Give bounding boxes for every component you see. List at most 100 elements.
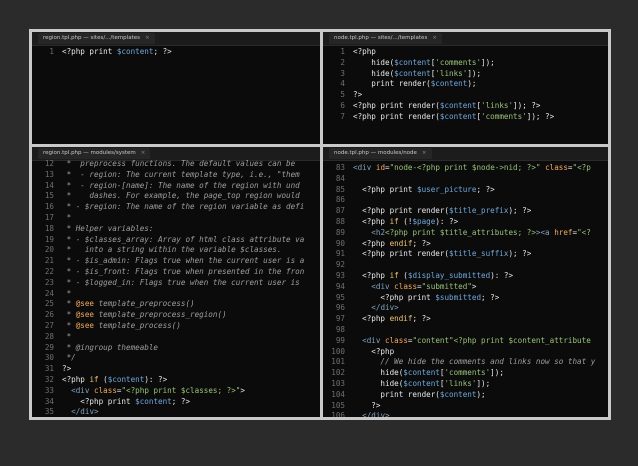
code-line[interactable]: 18 * Helper variables: xyxy=(32,224,320,235)
code-token: print render( xyxy=(353,79,431,89)
code-line[interactable]: 30 */ xyxy=(32,353,320,364)
code-line[interactable]: 7 <?php print render($content['comments']… xyxy=(323,112,608,123)
code-line[interactable]: 84 xyxy=(323,174,608,185)
code-token: ]); xyxy=(481,57,495,67)
code-line[interactable]: 94 <div class="submitted"> xyxy=(323,282,608,293)
close-icon[interactable]: × xyxy=(432,35,437,41)
code-line[interactable]: 103 hide($content['links']); xyxy=(323,379,608,390)
tab-region-tpl[interactable]: region.tpl.php — sites/.../templates × xyxy=(38,33,155,44)
code-token: * - $region: The name of the region vari… xyxy=(62,202,305,212)
code-line[interactable]: 85 <?php print $user_picture; ?> xyxy=(323,185,608,196)
code-area[interactable]: 1 <?php print $content; ?> xyxy=(32,47,320,144)
code-line[interactable]: 31 ?> xyxy=(32,364,320,375)
code-token: <?php xyxy=(353,314,390,324)
line-number: 20 xyxy=(44,245,54,255)
code-area[interactable]: 83 <div id="node-<?php print $node->nid; … xyxy=(323,163,608,417)
code-token: @see xyxy=(75,320,95,330)
code-line[interactable]: 26 * @see template_preprocess_region() xyxy=(32,310,320,321)
code-token: * - $is_admin: Flags true when the curre… xyxy=(62,256,305,266)
code-line[interactable]: 33 <div class="<?php print $classes; ?>"… xyxy=(32,386,320,397)
code-line[interactable]: 34 <?php print $content; ?> xyxy=(32,397,320,408)
code-line[interactable]: 104 print render($content); xyxy=(323,390,608,401)
code-token: <?php print xyxy=(62,47,117,56)
code-line[interactable]: 21 * - $is_admin: Flags true when the cu… xyxy=(32,256,320,267)
code-line[interactable]: 98 xyxy=(323,325,608,336)
pane-top-left[interactable]: region.tpl.php — sites/.../templates × 1 <… xyxy=(32,32,320,144)
code-line[interactable]: 23 * - $logged_in: Flags true when the c… xyxy=(32,278,320,289)
pane-bottom-left[interactable]: region.tpl.php — modules/system × 12 * pr… xyxy=(32,147,320,417)
code-line[interactable]: 12 * preprocess functions. The default v… xyxy=(32,159,320,170)
code-line[interactable]: 27 * @see template_process() xyxy=(32,321,320,332)
tab-region-tpl-system[interactable]: region.tpl.php — modules/system × xyxy=(38,148,151,159)
code-area[interactable]: 12 * preprocess functions. The default v… xyxy=(32,159,320,417)
close-icon[interactable]: × xyxy=(141,150,146,156)
line-number: 95 xyxy=(335,292,345,302)
line-number: 83 xyxy=(335,163,345,172)
code-line[interactable]: 90 <?php endif; ?> xyxy=(323,239,608,250)
code-line[interactable]: 19 * - $classes_array: Array of html cla… xyxy=(32,235,320,246)
code-line[interactable]: 89 <h2<?php print $title_attributes; ?>>… xyxy=(323,228,608,239)
code-line[interactable]: 92 xyxy=(323,260,608,271)
code-area[interactable]: 1 <?php 2 hide($content['comments']); 3 hid… xyxy=(323,47,608,144)
code-token: ?> xyxy=(353,90,363,100)
close-icon[interactable]: × xyxy=(145,35,150,41)
code-line[interactable]: 3 hide($content['links']); xyxy=(323,69,608,80)
code-line[interactable]: 93 <?php if ($display_submitted): ?> xyxy=(323,271,608,282)
code-token: > xyxy=(471,281,477,291)
code-token: <h2 xyxy=(371,227,386,237)
code-token: $content xyxy=(135,396,172,406)
code-line[interactable]: 24 * xyxy=(32,289,320,300)
code-line[interactable]: 5 ?> xyxy=(323,90,608,101)
code-line[interactable]: 35 </div> xyxy=(32,407,320,417)
code-token: $title_prefix xyxy=(449,206,509,216)
pane-top-right[interactable]: node.tpl.php — sites/.../templates × 1 <?p… xyxy=(323,32,608,144)
code-token: template_preprocess_region() xyxy=(94,310,227,320)
code-token: $content xyxy=(403,378,440,388)
code-line[interactable]: 87 <?php print render($title_prefix); ?> xyxy=(323,206,608,217)
code-line[interactable]: 102 hide($content['comments']); xyxy=(323,368,608,379)
code-line[interactable]: 106 </div> xyxy=(323,411,608,417)
code-line[interactable]: 14 * - region-[name]: The name of the re… xyxy=(32,181,320,192)
code-token: * - $is_front: Flags true when presented… xyxy=(62,266,305,276)
code-line[interactable]: 96 </div> xyxy=(323,303,608,314)
code-line[interactable]: 2 hide($content['comments']); xyxy=(323,58,608,69)
code-line[interactable]: 99 <div class="content"<?php print $cont… xyxy=(323,336,608,347)
line-number: 17 xyxy=(44,212,54,222)
line-number: 100 xyxy=(331,346,345,356)
code-line[interactable]: 17 * xyxy=(32,213,320,224)
code-line[interactable]: 91 <?php print render($title_suffix); ?> xyxy=(323,249,608,260)
code-line[interactable]: 1 <?php print $content; ?> xyxy=(32,47,320,58)
code-line[interactable]: 101 // We hide the comments and links no… xyxy=(323,357,608,368)
code-token: * - $logged_in: Flags true when the curr… xyxy=(62,277,305,287)
code-token: $content xyxy=(394,68,431,78)
code-line[interactable]: 105 ?> xyxy=(323,401,608,412)
code-token: <?php print xyxy=(62,396,136,406)
line-number: 30 xyxy=(44,353,54,363)
code-line[interactable]: 100 <?php xyxy=(323,347,608,358)
tab-node-tpl[interactable]: node.tpl.php — sites/.../templates × xyxy=(329,33,442,44)
code-token: ( xyxy=(398,270,408,280)
code-line[interactable]: 95 <?php print $submitted; ?> xyxy=(323,293,608,304)
code-line[interactable]: 20 * into a string within the variable $… xyxy=(32,245,320,256)
code-line[interactable]: 13 * - region: The current template type… xyxy=(32,170,320,181)
line-number: 21 xyxy=(44,256,54,266)
code-line[interactable]: 86 xyxy=(323,195,608,206)
code-line[interactable]: 88 <?php if (!$page): ?> xyxy=(323,217,608,228)
code-line[interactable]: 32 <?php if ($content): ?> xyxy=(32,375,320,386)
code-line[interactable]: 22 * - $is_front: Flags true when presen… xyxy=(32,267,320,278)
code-line[interactable]: 83 <div id="node-<?php print $node->nid; … xyxy=(323,163,608,174)
code-line[interactable]: 6 <?php print render($content['links']); … xyxy=(323,101,608,112)
code-line[interactable]: 28 * xyxy=(32,332,320,343)
code-line[interactable]: 97 <?php endif; ?> xyxy=(323,314,608,325)
close-icon[interactable]: × xyxy=(422,150,427,156)
code-line[interactable]: 25 * @see template_preprocess() xyxy=(32,299,320,310)
tab-node-tpl-node[interactable]: node.tpl.php — modules/node × xyxy=(329,148,432,159)
code-token: "node-<?php print $node->nid; ?>" xyxy=(389,163,541,172)
code-line[interactable]: 4 print render($content); xyxy=(323,79,608,90)
code-line[interactable]: 29 * @ingroup themeable xyxy=(32,343,320,354)
code-line[interactable]: 1 <?php xyxy=(323,47,608,58)
code-line[interactable]: 15 * dashes. For example, the page_top r… xyxy=(32,191,320,202)
pane-bottom-right[interactable]: node.tpl.php — modules/node × 83 <div id="… xyxy=(323,147,608,417)
code-line[interactable]: 16 * - $region: The name of the region v… xyxy=(32,202,320,213)
